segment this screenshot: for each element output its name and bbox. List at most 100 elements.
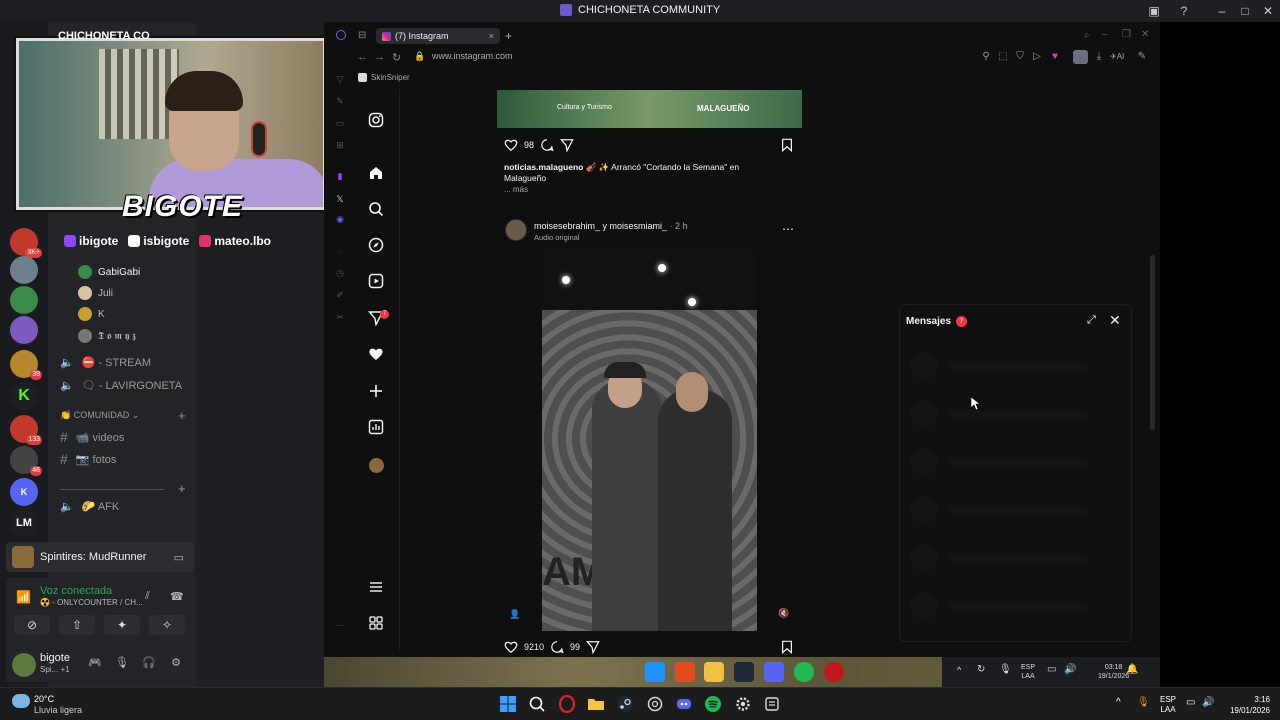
server-icon-7[interactable]: 133 bbox=[10, 415, 42, 445]
voice-channel-name[interactable]: ☢️ - ONLYCOUNTER / CH... bbox=[40, 598, 143, 607]
share-icon[interactable] bbox=[560, 138, 574, 152]
text-channel-videos[interactable]: # 📹 videos bbox=[60, 429, 124, 445]
spotify-icon[interactable] bbox=[794, 662, 814, 682]
chatgpt-icon[interactable] bbox=[646, 695, 664, 713]
file-explorer-icon[interactable] bbox=[587, 695, 605, 713]
gamepad-icon[interactable]: 🎮 bbox=[88, 656, 102, 670]
tray-volume-icon[interactable]: 🔊 bbox=[1064, 664, 1076, 675]
disconnect-icon[interactable]: ☎ bbox=[170, 590, 184, 603]
tagged-users-icon[interactable]: 👤 bbox=[509, 609, 520, 620]
caption-username[interactable]: noticias.malagueno bbox=[504, 162, 583, 172]
minimize-button[interactable]: – bbox=[1214, 3, 1230, 19]
mic-icon[interactable]: 🎙 bbox=[115, 656, 129, 670]
bookmark-skinsniper[interactable]: SkinSniper bbox=[358, 73, 410, 82]
tray-bell-icon[interactable]: 🔔 bbox=[1126, 664, 1138, 675]
voice-channel-afk[interactable]: 🔈 🌮 AFK bbox=[60, 500, 119, 513]
create-icon[interactable] bbox=[366, 383, 386, 403]
start-icon[interactable] bbox=[645, 662, 665, 682]
search-tabs-icon[interactable]: ⌕ bbox=[1084, 30, 1090, 41]
app-tray-icon[interactable] bbox=[763, 695, 781, 713]
post-author-names[interactable]: moisesebrahim_ y moisesmiami_ bbox=[534, 221, 667, 231]
server-icon-k[interactable]: K bbox=[10, 478, 38, 506]
x-sidebar-icon[interactable]: 𝕏 bbox=[334, 194, 346, 206]
streamed-clock[interactable]: 03:18 19/1/2026 bbox=[1098, 663, 1129, 681]
browser-close[interactable]: ✕ bbox=[1141, 29, 1149, 40]
notifications-icon[interactable] bbox=[366, 346, 386, 366]
add-channel-icon[interactable]: + bbox=[178, 408, 186, 423]
streamed-lang[interactable]: ESP LAA bbox=[1021, 663, 1035, 681]
weather-icon[interactable] bbox=[12, 694, 30, 708]
maximize-button[interactable]: □ bbox=[1237, 3, 1253, 19]
spotify-taskbar-icon[interactable] bbox=[704, 695, 722, 713]
comment-icon[interactable] bbox=[550, 640, 564, 654]
more-menu-icon[interactable] bbox=[366, 579, 386, 599]
search-icon[interactable] bbox=[366, 201, 386, 221]
share-icon[interactable] bbox=[586, 640, 600, 654]
instagram-logo-icon[interactable] bbox=[366, 112, 386, 132]
tray-chevron-icon[interactable]: ^ bbox=[957, 665, 961, 675]
opera-gx-icon[interactable] bbox=[558, 695, 576, 713]
voice-user[interactable]: 𝕿 𝖔 𝖒 𝖞 𝖟 bbox=[78, 328, 136, 344]
pen-icon[interactable]: ✎ bbox=[1136, 51, 1148, 63]
brave-icon[interactable] bbox=[675, 662, 695, 682]
mute-icon[interactable]: 🔇 bbox=[778, 608, 789, 619]
voice-channel-lavirgoneta[interactable]: 🔈 🗨 - LAVIRGONETA bbox=[60, 379, 182, 392]
screen-share-icon[interactable]: ▭ bbox=[174, 551, 184, 564]
sync-sidebar-icon[interactable]: ◌ bbox=[334, 246, 346, 258]
server-icon-3[interactable] bbox=[10, 286, 38, 314]
lock-icon[interactable]: 🔒 bbox=[414, 51, 425, 62]
search-icon[interactable] bbox=[528, 695, 546, 713]
avatar[interactable] bbox=[505, 219, 527, 241]
new-tab-button[interactable]: + bbox=[505, 29, 512, 43]
tab-list-icon[interactable]: ⊟ bbox=[358, 30, 366, 41]
also-from-meta-icon[interactable] bbox=[366, 615, 386, 635]
avatar[interactable] bbox=[12, 653, 36, 677]
voice-user[interactable]: K bbox=[78, 306, 105, 322]
screen-share-button[interactable]: ⇧ bbox=[59, 615, 95, 635]
expand-icon[interactable]: ⤢ bbox=[1087, 314, 1096, 327]
close-icon[interactable]: ✕ bbox=[1109, 312, 1121, 329]
caption-more-link[interactable]: ... más bbox=[504, 185, 528, 194]
ai-button[interactable]: ✈AI bbox=[1110, 52, 1124, 61]
edit-sidebar-icon[interactable]: ✐ bbox=[334, 290, 346, 302]
more-options-icon[interactable]: ⋯ bbox=[782, 222, 794, 236]
pin-icon[interactable]: ⚲ bbox=[980, 51, 992, 63]
download-icon[interactable]: ⤓ bbox=[1093, 51, 1105, 63]
browser-minimize[interactable]: – bbox=[1102, 29, 1108, 40]
activity-panel[interactable]: Spintires: MudRunner ▭ bbox=[6, 542, 194, 572]
network-icon[interactable]: ▭ bbox=[1186, 697, 1195, 708]
noise-suppression-icon[interactable]: ⫽ bbox=[145, 590, 150, 603]
profile-icon[interactable] bbox=[369, 458, 384, 473]
reels-icon[interactable] bbox=[366, 273, 386, 293]
tray-mic-icon[interactable]: 🎙 bbox=[999, 664, 1012, 675]
windows-start-icon[interactable] bbox=[499, 695, 517, 713]
text-channel-fotos[interactable]: # 📷 fotos bbox=[60, 451, 116, 467]
back-button[interactable]: ← bbox=[357, 51, 368, 63]
server-icon-8[interactable]: 46 bbox=[10, 446, 42, 476]
voice-channel-stream[interactable]: 🔈 ⛔ - STREAM bbox=[60, 356, 151, 369]
category-comunidad[interactable]: 👏 COMUNIDAD ⌄ bbox=[60, 410, 139, 421]
dashboard-icon[interactable] bbox=[366, 419, 386, 439]
messages-title[interactable]: Mensajes bbox=[906, 316, 951, 327]
system-clock[interactable]: 3:16 19/01/2026 bbox=[1222, 694, 1270, 716]
server-icon-kick[interactable]: K bbox=[10, 382, 38, 410]
discord-taskbar-icon[interactable] bbox=[675, 695, 693, 713]
server-icon-1[interactable]: 3K+ bbox=[10, 228, 42, 258]
discord-sidebar-icon[interactable]: ◉ bbox=[334, 214, 346, 226]
history-sidebar-icon[interactable]: ◷ bbox=[334, 268, 346, 280]
home-icon[interactable] bbox=[366, 165, 386, 185]
voice-user[interactable]: GabiGabi bbox=[78, 264, 140, 280]
workspace-icon[interactable]: ⊞ bbox=[334, 140, 346, 152]
like-icon[interactable] bbox=[504, 640, 518, 654]
settings-icon[interactable]: ⚙ bbox=[169, 656, 183, 670]
tab-instagram[interactable]: (7) Instagram × bbox=[376, 28, 500, 44]
mic-in-use-icon[interactable]: 🎙 bbox=[1137, 697, 1150, 708]
discord-icon[interactable] bbox=[764, 662, 784, 682]
camera-off-button[interactable]: ⊘ bbox=[14, 615, 50, 635]
server-icon-2[interactable] bbox=[10, 256, 38, 284]
sidebar-settings-icon[interactable]: ⋯ bbox=[334, 620, 346, 632]
weather-desc[interactable]: Lluvia ligera bbox=[34, 705, 82, 715]
input-language[interactable]: ESP LAA bbox=[1160, 695, 1176, 715]
tools-sidebar-icon[interactable]: ✂ bbox=[334, 312, 346, 324]
pen-sidebar-icon[interactable]: ✎ bbox=[334, 96, 346, 108]
